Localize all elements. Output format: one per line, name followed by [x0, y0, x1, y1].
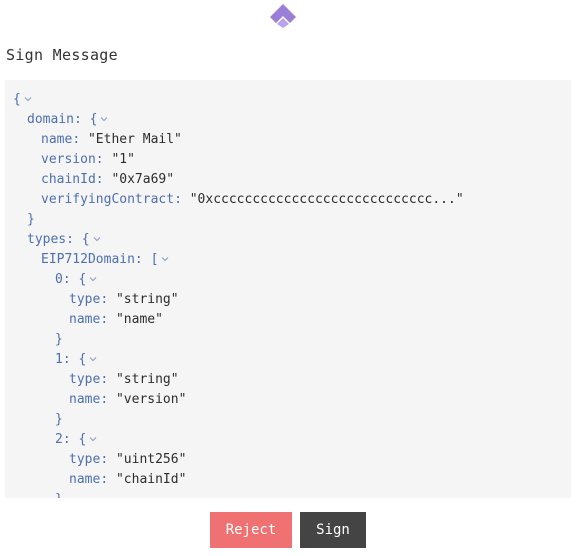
chevron-down-icon[interactable]	[23, 94, 33, 104]
json-bracket: {	[78, 432, 87, 447]
json-bracket: {	[78, 352, 87, 367]
json-bracket: }	[55, 412, 63, 427]
json-key: version	[41, 152, 96, 167]
json-key: type	[69, 292, 101, 307]
json-line: name: "name"	[13, 310, 464, 330]
json-bracket: }	[55, 492, 63, 498]
json-key: name	[69, 312, 101, 327]
json-line: 1: {	[13, 350, 464, 370]
json-separator: :	[73, 112, 90, 127]
json-line: domain: {	[13, 110, 464, 130]
json-line: 2: {	[13, 430, 464, 450]
json-line: EIP712Domain: [	[13, 250, 464, 270]
chevron-down-icon[interactable]	[88, 434, 98, 444]
json-line: type: "uint256"	[13, 450, 464, 470]
json-line: {	[13, 90, 464, 110]
json-line: 0: {	[13, 270, 464, 290]
json-bracket: }	[55, 332, 63, 347]
json-key: type	[69, 452, 101, 467]
json-line: name: "version"	[13, 390, 464, 410]
chevron-down-icon[interactable]	[88, 354, 98, 364]
json-line: type: "string"	[13, 290, 464, 310]
json-key: name	[69, 472, 101, 487]
json-value: "uint256"	[115, 452, 187, 467]
sign-button[interactable]: Sign	[300, 512, 366, 548]
json-line: name: "Ether Mail"	[13, 130, 464, 150]
json-separator: :	[66, 232, 82, 247]
message-json-viewer[interactable]: {domain: {name: "Ether Mail" version: "1"…	[5, 80, 571, 498]
json-bracket: {	[89, 112, 98, 127]
json-key: type	[69, 372, 101, 387]
json-line: name: "chainId"	[13, 470, 464, 490]
json-value: "string"	[115, 372, 179, 387]
json-separator: :	[95, 152, 112, 167]
json-value: "0x7a69"	[111, 172, 175, 187]
json-separator: :	[100, 452, 116, 467]
json-line: types: {	[13, 230, 464, 250]
json-key: 2	[55, 432, 63, 447]
json-separator: :	[134, 252, 151, 267]
json-bracket: {	[13, 92, 21, 107]
json-separator: :	[95, 172, 112, 187]
json-key: types	[27, 232, 67, 247]
json-line: type: "string"	[13, 370, 464, 390]
json-value: "version"	[115, 392, 187, 407]
sign-message-page: Sign Message {domain: {name: "Ether Mail…	[0, 0, 579, 556]
json-key: 1	[55, 352, 63, 367]
page-title: Sign Message	[6, 46, 118, 64]
json-line: }	[13, 410, 464, 430]
json-key: 0	[55, 272, 63, 287]
json-tree: {domain: {name: "Ether Mail" version: "1"…	[13, 90, 464, 498]
json-separator: :	[100, 292, 116, 307]
json-separator: :	[72, 132, 88, 147]
chevron-down-icon[interactable]	[88, 274, 98, 284]
json-separator: :	[100, 392, 116, 407]
json-key: verifyingContract	[41, 192, 175, 207]
json-key: EIP712Domain	[41, 252, 135, 267]
json-line: }	[13, 210, 464, 230]
json-bracket: [	[150, 252, 159, 267]
json-line: }	[13, 330, 464, 350]
json-value: "Ether Mail"	[87, 132, 182, 147]
chevron-down-icon[interactable]	[160, 254, 170, 264]
json-line: version: "1"	[13, 150, 464, 170]
json-value: "chainId"	[115, 472, 187, 487]
json-separator: :	[100, 372, 116, 387]
json-separator: :	[100, 472, 116, 487]
json-bracket: {	[78, 272, 87, 287]
json-separator: :	[174, 192, 190, 207]
json-value: "0xcccccccccccccccccccccccccccc..."	[189, 192, 464, 207]
json-line: verifyingContract: "0xcccccccccccccccccc…	[13, 190, 464, 210]
json-value: "string"	[115, 292, 179, 307]
json-key: chainId	[41, 172, 96, 187]
json-separator: :	[100, 312, 116, 327]
json-line: }	[13, 490, 464, 498]
reject-button[interactable]: Reject	[210, 512, 292, 548]
json-key: name	[69, 392, 101, 407]
chevron-down-icon[interactable]	[92, 234, 102, 244]
json-separator: :	[62, 352, 79, 367]
json-value: "1"	[111, 152, 135, 167]
chevron-down-icon[interactable]	[99, 114, 109, 124]
action-bar: Reject Sign	[0, 512, 579, 548]
json-key: domain	[27, 112, 74, 127]
json-line: chainId: "0x7a69"	[13, 170, 464, 190]
json-value: "name"	[115, 312, 163, 327]
json-bracket: }	[27, 212, 35, 227]
wallet-logo-icon	[270, 4, 296, 28]
json-separator: :	[62, 272, 79, 287]
json-bracket: {	[81, 232, 90, 247]
json-key: name	[41, 132, 73, 147]
json-separator: :	[62, 432, 79, 447]
